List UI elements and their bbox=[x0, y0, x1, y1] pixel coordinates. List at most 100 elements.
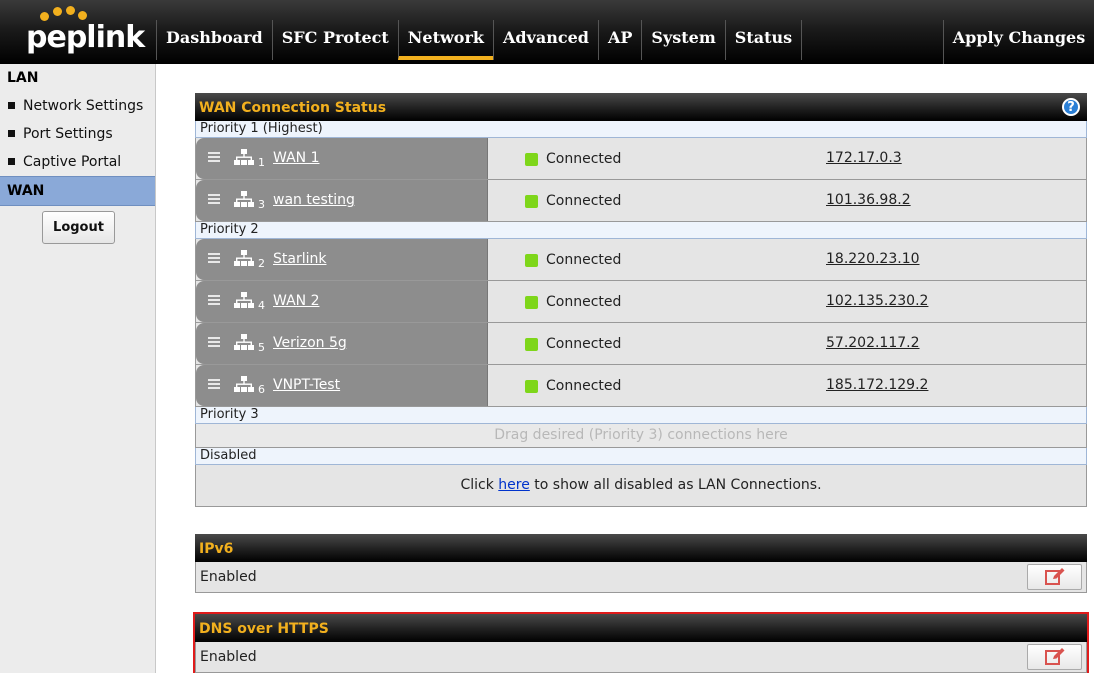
status-indicator-icon bbox=[525, 195, 538, 208]
doh-status-row: Enabled bbox=[195, 642, 1087, 673]
logo-dot bbox=[53, 7, 62, 16]
wan-connection-row: 2 Starlink Connected 18.220.23.10 bbox=[195, 239, 1087, 281]
ip-address-link[interactable]: 57.202.117.2 bbox=[826, 335, 920, 351]
edit-icon bbox=[1045, 568, 1065, 585]
panel-header: IPv6 bbox=[195, 534, 1087, 562]
ipv6-value: Enabled bbox=[200, 569, 257, 585]
ip-address-link[interactable]: 185.172.129.2 bbox=[826, 377, 928, 393]
wan-id: 3 bbox=[258, 198, 265, 211]
sidebar-item-network-settings[interactable]: Network Settings bbox=[0, 92, 155, 120]
priority-3-drop-zone[interactable]: Drag desired (Priority 3) connections he… bbox=[195, 424, 1087, 448]
sidebar-item-label: Network Settings bbox=[23, 98, 144, 114]
wan-connection-row: 1 WAN 1 Connected 172.17.0.3 bbox=[195, 138, 1087, 180]
nav-network[interactable]: Network bbox=[397, 20, 493, 60]
drag-grip-icon bbox=[208, 253, 220, 263]
nav-dashboard[interactable]: Dashboard bbox=[156, 20, 272, 60]
panel-header: DNS over HTTPS bbox=[195, 614, 1087, 642]
sidebar-item-port-settings[interactable]: Port Settings bbox=[0, 120, 155, 148]
network-icon bbox=[234, 250, 254, 266]
wan-name-link[interactable]: VNPT-Test bbox=[273, 377, 340, 393]
drag-grip-icon bbox=[208, 295, 220, 305]
wan-name-link[interactable]: wan testing bbox=[273, 192, 355, 208]
network-icon bbox=[234, 149, 254, 165]
sidebar-heading-lan[interactable]: LAN bbox=[0, 64, 155, 92]
drag-grip-icon bbox=[208, 379, 220, 389]
status-text: Connected bbox=[546, 378, 622, 394]
priority-1-header: Priority 1 (Highest) bbox=[195, 121, 1087, 138]
dns-over-https-panel: DNS over HTTPS Enabled bbox=[193, 612, 1089, 673]
status-text: Connected bbox=[546, 294, 622, 310]
nav-ap[interactable]: AP bbox=[597, 20, 641, 60]
drag-handle[interactable]: 6 VNPT-Test bbox=[196, 365, 488, 406]
nav-advanced[interactable]: Advanced bbox=[492, 20, 598, 60]
disabled-text-after: to show all disabled as LAN Connections. bbox=[529, 477, 822, 493]
top-bar: peplink Dashboard SFC Protect Network Ad… bbox=[0, 0, 1094, 64]
status-indicator-icon bbox=[525, 153, 538, 166]
drag-handle[interactable]: 1 WAN 1 bbox=[196, 138, 488, 179]
disabled-connections-row: Click here to show all disabled as LAN C… bbox=[195, 465, 1087, 507]
network-icon bbox=[234, 376, 254, 392]
logout-button[interactable]: Logout bbox=[42, 211, 115, 244]
panel-title: IPv6 bbox=[199, 541, 234, 557]
network-icon bbox=[234, 191, 254, 207]
status-indicator-icon bbox=[525, 380, 538, 393]
ipv6-edit-button[interactable] bbox=[1027, 564, 1082, 590]
disabled-header: Disabled bbox=[195, 448, 1087, 465]
status-text: Connected bbox=[546, 336, 622, 352]
help-icon[interactable]: ? bbox=[1062, 98, 1080, 116]
disabled-text-before: Click bbox=[460, 477, 499, 493]
wan-connection-row: 6 VNPT-Test Connected 185.172.129.2 bbox=[195, 365, 1087, 407]
panel-title: DNS over HTTPS bbox=[199, 621, 329, 637]
drag-handle[interactable]: 3 wan testing bbox=[196, 180, 488, 221]
ipv6-panel: IPv6 Enabled bbox=[195, 534, 1087, 593]
status-text: Connected bbox=[546, 252, 622, 268]
sidebar-heading-wan[interactable]: WAN bbox=[0, 176, 155, 206]
wan-name-link[interactable]: Starlink bbox=[273, 251, 326, 267]
apply-changes-button[interactable]: Apply Changes bbox=[943, 20, 1094, 64]
wan-name-link[interactable]: WAN 1 bbox=[273, 150, 319, 166]
drag-grip-icon bbox=[208, 194, 220, 204]
drag-grip-icon bbox=[208, 152, 220, 162]
panel-header: WAN Connection Status ? bbox=[195, 93, 1087, 121]
nav-system[interactable]: System bbox=[641, 20, 724, 60]
drag-handle[interactable]: 2 Starlink bbox=[196, 239, 488, 280]
status-text: Connected bbox=[546, 193, 622, 209]
wan-name-link[interactable]: Verizon 5g bbox=[273, 335, 347, 351]
network-icon bbox=[234, 292, 254, 308]
wan-name-link[interactable]: WAN 2 bbox=[273, 293, 319, 309]
ip-address-link[interactable]: 172.17.0.3 bbox=[826, 150, 902, 166]
bullet-icon bbox=[8, 101, 15, 109]
logo-dot bbox=[78, 11, 87, 20]
wan-connection-row: 4 WAN 2 Connected 102.135.230.2 bbox=[195, 281, 1087, 323]
drag-grip-icon bbox=[208, 337, 220, 347]
sidebar-item-label: Port Settings bbox=[23, 126, 113, 142]
wan-id: 1 bbox=[258, 156, 265, 169]
network-icon bbox=[234, 334, 254, 350]
show-disabled-link[interactable]: here bbox=[498, 477, 530, 493]
peplink-logo[interactable]: peplink bbox=[0, 0, 156, 64]
drag-handle[interactable]: 5 Verizon 5g bbox=[196, 323, 488, 364]
nav-status[interactable]: Status bbox=[724, 20, 803, 60]
drag-handle[interactable]: 4 WAN 2 bbox=[196, 281, 488, 322]
logo-dot bbox=[66, 6, 75, 15]
doh-edit-button[interactable] bbox=[1027, 644, 1082, 670]
panel-title: WAN Connection Status bbox=[199, 100, 387, 116]
wan-id: 4 bbox=[258, 299, 265, 312]
ip-address-link[interactable]: 102.135.230.2 bbox=[826, 293, 928, 309]
status-text: Connected bbox=[546, 151, 622, 167]
status-indicator-icon bbox=[525, 254, 538, 267]
ip-address-link[interactable]: 18.220.23.10 bbox=[826, 251, 920, 267]
wan-id: 5 bbox=[258, 341, 265, 354]
wan-connection-status-panel: WAN Connection Status ? Priority 1 (High… bbox=[195, 93, 1087, 507]
ip-address-link[interactable]: 101.36.98.2 bbox=[826, 192, 911, 208]
nav-sfc-protect[interactable]: SFC Protect bbox=[271, 20, 398, 60]
wan-connection-row: 3 wan testing Connected 101.36.98.2 bbox=[195, 180, 1087, 222]
priority-2-header: Priority 2 bbox=[195, 222, 1087, 239]
bullet-icon bbox=[8, 129, 15, 137]
doh-value: Enabled bbox=[200, 649, 257, 665]
status-indicator-icon bbox=[525, 338, 538, 351]
sidebar-item-captive-portal[interactable]: Captive Portal bbox=[0, 148, 155, 176]
status-indicator-icon bbox=[525, 296, 538, 309]
logo-text: peplink bbox=[26, 20, 145, 55]
priority-3-header: Priority 3 bbox=[195, 407, 1087, 424]
